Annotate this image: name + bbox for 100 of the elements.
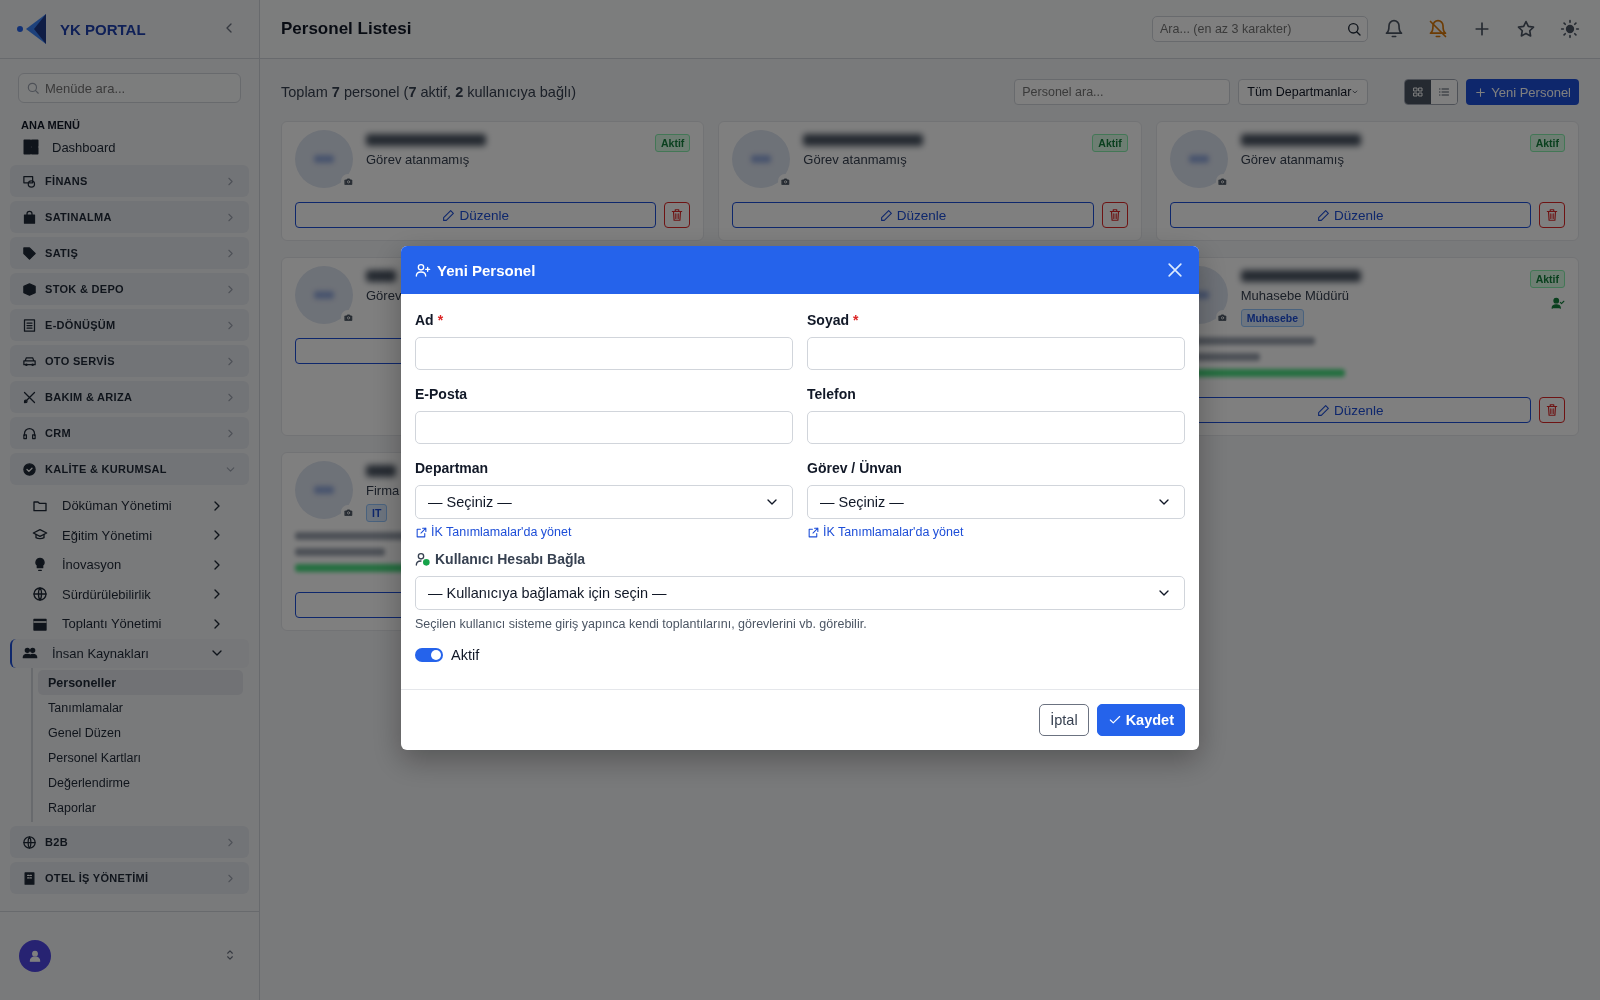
- status-tag: Aktif: [655, 134, 691, 152]
- search-icon: [26, 81, 40, 95]
- sidebar-item[interactable]: Dashboard: [0, 133, 259, 161]
- user-link-icon: [415, 551, 431, 567]
- sidebar-group[interactable]: KALİTE & KURUMSAL: [10, 453, 249, 485]
- box-icon: [22, 281, 37, 297]
- sidebar-group[interactable]: SATINALMA: [10, 201, 249, 233]
- money-icon: [22, 173, 37, 189]
- summary-text: Toplam 7 personel (7 aktif, 2 kullanıcıya bağlı): [281, 84, 578, 100]
- shopping-bag-icon: [22, 209, 37, 225]
- trash-icon: [1545, 403, 1559, 417]
- text-field[interactable]: [807, 337, 1185, 370]
- text-field[interactable]: [415, 411, 793, 444]
- sidebar-group[interactable]: BAKIM & ARIZA: [10, 381, 249, 413]
- sidebar-group[interactable]: E-DÖNÜŞÜM: [10, 309, 249, 341]
- department-select[interactable]: Tüm Departmanlar: [1238, 79, 1369, 105]
- status-tag: Aktif: [1529, 270, 1565, 288]
- sidebar-group[interactable]: OTEL İŞ YÖNETİMİ: [10, 862, 249, 894]
- grid-view-toggle[interactable]: [1405, 80, 1432, 104]
- page-title: Personel Listesi: [281, 19, 413, 39]
- section-title: ANA MENÜ: [21, 119, 81, 131]
- staff-role: Görev atanmamış: [1240, 152, 1345, 167]
- list-view-icon: [1438, 86, 1451, 98]
- toggle-switch[interactable]: [415, 648, 443, 662]
- sidebar-group[interactable]: FİNANS: [10, 165, 249, 197]
- sidebar-subitem[interactable]: Personel Kartları: [38, 745, 243, 770]
- select-field[interactable]: — Seçiniz —: [415, 485, 793, 519]
- sidebar-subitem[interactable]: Tanımlamalar: [38, 695, 243, 720]
- blurred-initials: [1188, 155, 1209, 163]
- bell-icon: [1384, 19, 1404, 39]
- grid-view-icon: [1412, 86, 1425, 98]
- sidebar-subitem[interactable]: Değerlendirme: [38, 770, 243, 795]
- edit-button[interactable]: Düzenle: [1169, 202, 1531, 228]
- star-icon: [1516, 19, 1536, 39]
- cancel-button[interactable]: İptal: [1039, 704, 1089, 736]
- user-icon: [28, 949, 42, 963]
- sidebar-subitem[interactable]: Personeller: [38, 670, 243, 695]
- avatar[interactable]: [19, 940, 51, 972]
- sidebar-group[interactable]: OTO SERVİS: [10, 345, 249, 377]
- new-staff-button[interactable]: Yeni Personel: [1466, 79, 1579, 105]
- sidebar-subitem[interactable]: Raporlar: [38, 795, 243, 820]
- tools-icon: [22, 389, 37, 405]
- edit-button[interactable]: Düzenle: [295, 202, 657, 228]
- text-field[interactable]: [415, 337, 793, 370]
- sidebar-item[interactable]: Döküman Yönetimi: [10, 491, 249, 521]
- pencil-icon: [442, 208, 456, 222]
- global-search-field[interactable]: Ara... (en az 3 karakter): [1152, 16, 1368, 42]
- sidebar-item[interactable]: Sürdürülebilirlik: [10, 579, 249, 609]
- bell-off-icon: [1428, 19, 1448, 39]
- tag-icon: [22, 245, 37, 261]
- manage-link[interactable]: İK Tanımlamalar'da yönet: [415, 525, 572, 539]
- sidebar-group[interactable]: SATIŞ: [10, 237, 249, 269]
- camera-icon: [343, 507, 353, 517]
- building-icon: [22, 870, 37, 886]
- delete-button[interactable]: [664, 202, 691, 228]
- staff-role: Görev atanmamış: [366, 152, 471, 167]
- staff-search-field[interactable]: Personel ara...: [1014, 79, 1231, 105]
- blurred-name: [366, 270, 396, 282]
- pencil-icon: [1317, 403, 1331, 417]
- edit-button[interactable]: Düzenle: [732, 202, 1094, 228]
- field-label: Kullanıcı Hesabı Bağla: [435, 551, 586, 567]
- sun-icon: [1560, 19, 1580, 39]
- badge-check-icon: [22, 461, 37, 477]
- text-field[interactable]: [807, 411, 1185, 444]
- delete-button[interactable]: [1539, 397, 1565, 423]
- field-label: Telefon: [807, 386, 856, 402]
- blurred-initials: [314, 486, 334, 494]
- trash-icon: [1107, 208, 1122, 222]
- blurred-initials: [314, 155, 334, 163]
- sidebar-group[interactable]: STOK & DEPO: [10, 273, 249, 305]
- delete-button[interactable]: [1101, 202, 1128, 228]
- delete-button[interactable]: [1539, 202, 1565, 228]
- dashboard-icon: [22, 138, 40, 156]
- camera-icon: [1218, 312, 1228, 322]
- close-button[interactable]: [1165, 260, 1185, 280]
- field-label: Departman: [415, 460, 489, 476]
- close-icon: [1165, 260, 1185, 280]
- sidebar-item[interactable]: Eğitim Yönetimi: [10, 520, 249, 550]
- sidebar-item[interactable]: İnovasyon: [10, 550, 249, 580]
- select-field[interactable]: — Kullanıcıya bağlamak için seçin —: [415, 576, 1185, 610]
- save-button[interactable]: Kaydet: [1096, 704, 1185, 736]
- camera-icon: [780, 176, 790, 186]
- toggle-label: Aktif: [451, 647, 480, 663]
- field-label: E-Posta: [415, 386, 468, 402]
- select-field[interactable]: — Seçiniz —: [807, 485, 1185, 519]
- brand-name: YK PORTAL: [60, 20, 147, 38]
- sidebar-group[interactable]: CRM: [10, 417, 249, 449]
- external-link-icon: [807, 525, 820, 539]
- globe-icon: [32, 586, 48, 603]
- sidebar-group[interactable]: B2B: [10, 826, 249, 858]
- plus-icon: [1474, 85, 1488, 99]
- status-tag: Aktif: [1092, 134, 1128, 152]
- sidebar-subitem[interactable]: Genel Düzen: [38, 720, 243, 745]
- list-view-toggle[interactable]: [1431, 80, 1458, 104]
- field-label: Görev / Ünvan: [807, 460, 902, 476]
- document-icon: [22, 317, 37, 333]
- manage-link[interactable]: İK Tanımlamalar'da yönet: [807, 525, 964, 539]
- sidebar-item[interactable]: Toplantı Yönetimi: [10, 609, 249, 639]
- field-label: Soyad *: [807, 312, 859, 328]
- menu-search-field[interactable]: Menüde ara...: [18, 73, 241, 103]
